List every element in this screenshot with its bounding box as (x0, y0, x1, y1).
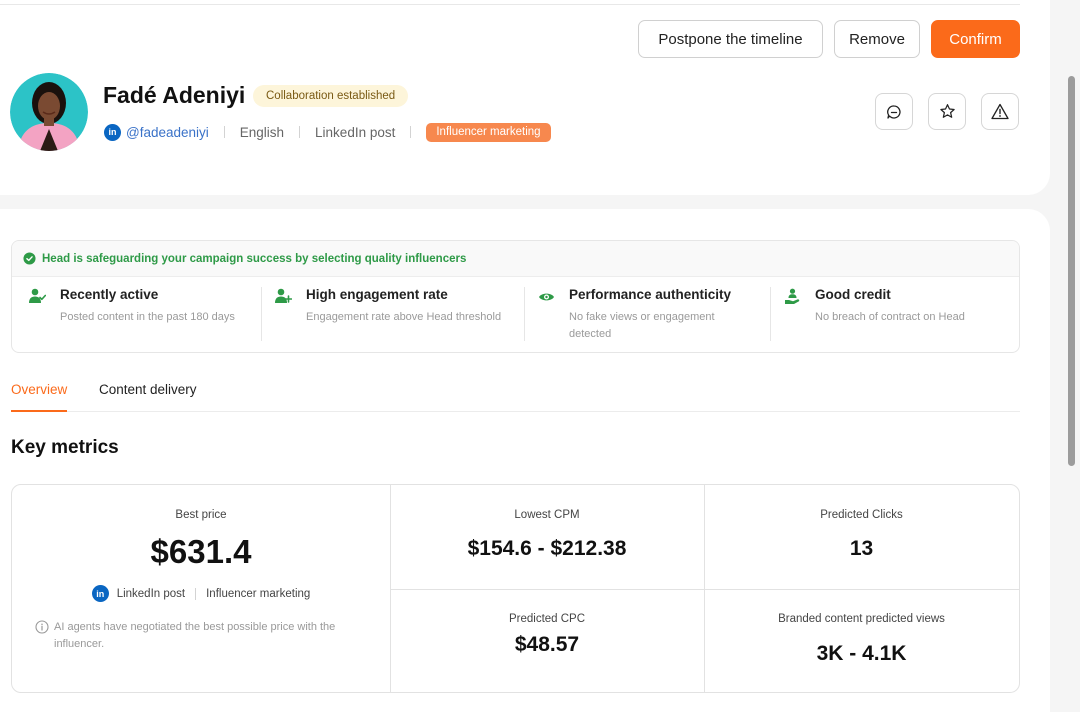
remove-button[interactable]: Remove (834, 20, 920, 58)
feature-divider (261, 287, 262, 341)
best-price-category: Influencer marketing (206, 587, 311, 600)
feature-title: High engagement rate (306, 287, 448, 302)
lowest-cpm-label: Lowest CPM (514, 509, 580, 521)
scrollbar-thumb[interactable] (1068, 76, 1075, 466)
feature-subtitle: No breach of contract on Head (815, 311, 965, 323)
best-price-note: AI agents have negotiated the best possi… (35, 619, 365, 653)
tab-overview[interactable]: Overview (11, 380, 68, 412)
profile-content-type: LinkedIn post (315, 124, 396, 140)
eye-icon (539, 293, 554, 301)
avatar-portrait-icon (10, 73, 88, 151)
section-title-key-metrics: Key metrics (11, 437, 119, 458)
favorite-button[interactable] (928, 93, 966, 130)
meta-separator (410, 126, 412, 138)
best-price-label: Best price (175, 509, 227, 521)
user-check-icon (29, 288, 46, 303)
quality-safeguard-panel: Head is safeguarding your campaign succe… (11, 240, 1020, 353)
top-divider (0, 4, 1020, 5)
tab-bar: Overview Content delivery (11, 380, 1020, 412)
safeguard-header: Head is safeguarding your campaign succe… (12, 241, 1019, 277)
profile-header-card: Postpone the timeline Remove Confirm Fad… (0, 0, 1050, 195)
profile-handle-link[interactable]: @fadeadeniyi (126, 125, 209, 140)
report-button[interactable] (981, 93, 1019, 130)
metrics-divider (390, 589, 1019, 590)
branded-views-value: 3K - 4.1K (816, 642, 907, 665)
linkedin-icon: in (91, 585, 109, 602)
branded-views-label: Branded content predicted views (778, 613, 945, 625)
star-icon (939, 104, 955, 118)
chat-icon (887, 104, 901, 119)
category-tag: Influencer marketing (426, 122, 551, 142)
profile-language: English (239, 124, 285, 140)
profile-meta-row: in @fadeadeniyi English LinkedIn post In… (104, 122, 551, 142)
predicted-cpc-value: $48.57 (514, 633, 580, 656)
meta-separator (195, 587, 197, 600)
feature-title: Recently active (60, 287, 159, 302)
best-price-note-text: AI agents have negotiated the best possi… (54, 621, 336, 650)
meta-separator (223, 126, 225, 138)
meta-separator (299, 126, 301, 138)
feature-subtitle: Posted content in the past 180 days (60, 311, 235, 323)
confirm-button[interactable]: Confirm (931, 20, 1020, 58)
message-button[interactable] (875, 93, 913, 130)
info-icon (35, 620, 49, 634)
best-price-value: $631.4 (150, 533, 252, 570)
best-price-platform: LinkedIn post (116, 587, 186, 600)
key-metrics-panel: Best price $631.4 in LinkedIn post Influ… (11, 484, 1020, 693)
postpone-timeline-button[interactable]: Postpone the timeline (638, 20, 823, 58)
predicted-cpc-label: Predicted CPC (508, 613, 586, 625)
feature-subtitle: No fake views or engagement detected (569, 311, 715, 340)
feature-title: Good credit (815, 287, 891, 302)
avatar (10, 73, 88, 151)
tab-content-delivery[interactable]: Content delivery (99, 380, 197, 412)
safeguard-headline: Head is safeguarding your campaign succe… (42, 252, 467, 265)
warning-icon (991, 103, 1009, 120)
best-price-meta: in LinkedIn post Influencer marketing (12, 585, 390, 602)
user-plus-icon (275, 288, 292, 303)
lowest-cpm-value: $154.6 - $212.38 (467, 537, 627, 560)
feature-divider (524, 287, 525, 341)
feature-title: Performance authenticity (569, 287, 732, 302)
collaboration-status-badge: Collaboration established (253, 85, 409, 107)
predicted-clicks-value: 13 (849, 537, 874, 560)
hand-user-icon (785, 288, 800, 304)
linkedin-icon: in (104, 123, 121, 141)
feature-subtitle: Engagement rate above Head threshold (306, 311, 502, 323)
influencer-name: Fadé Adeniyi (103, 82, 246, 108)
feature-divider (770, 287, 771, 341)
predicted-clicks-label: Predicted Clicks (820, 509, 903, 521)
shield-check-icon (23, 252, 36, 265)
